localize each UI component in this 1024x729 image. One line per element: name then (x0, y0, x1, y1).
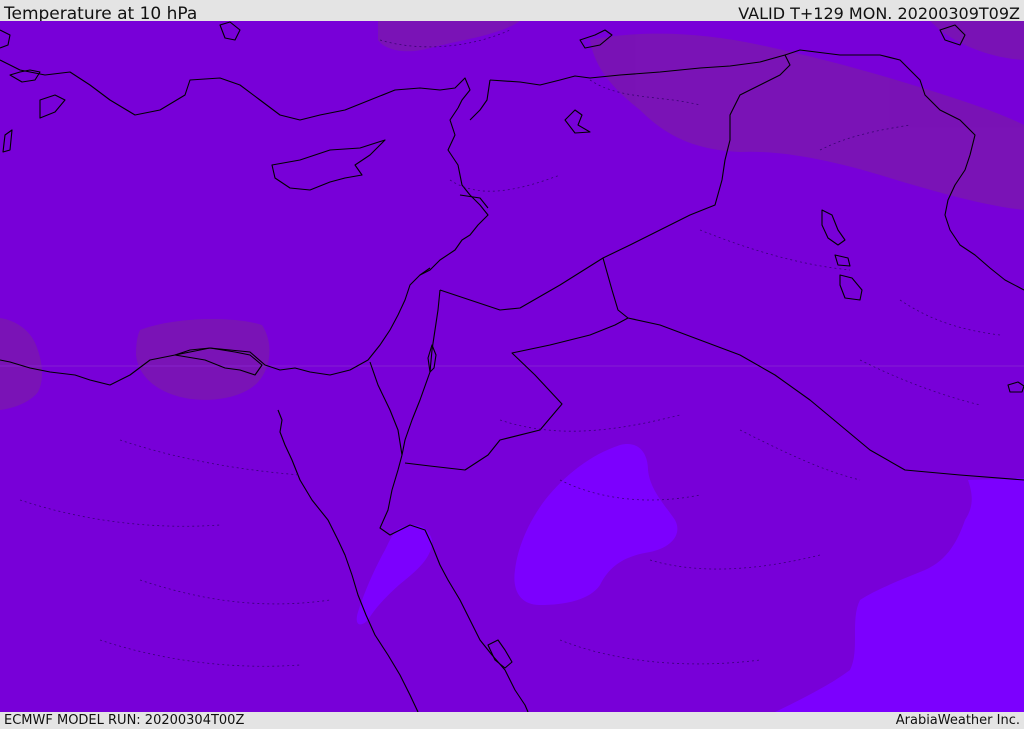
model-run-label: ECMWF MODEL RUN: 20200304T00Z (4, 713, 245, 728)
temperature-map[interactable] (0, 21, 1024, 712)
footer-bar: ECMWF MODEL RUN: 20200304T00Z ArabiaWeat… (0, 712, 1024, 729)
header-bar: Temperature at 10 hPa VALID T+129 MON. 2… (0, 0, 1024, 24)
credit-label: ArabiaWeather Inc. (895, 713, 1020, 728)
